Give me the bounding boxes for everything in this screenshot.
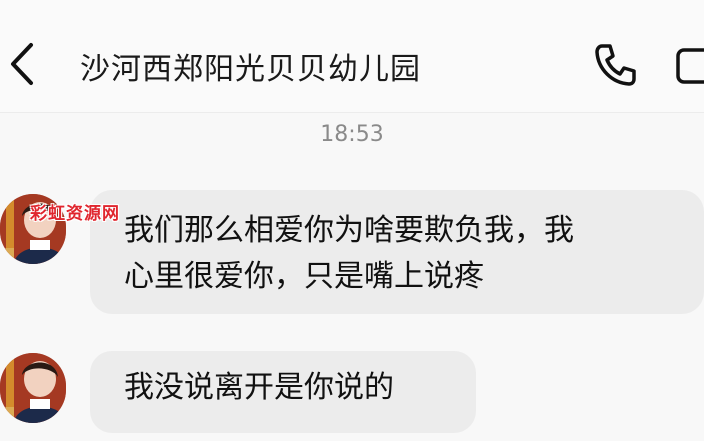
chat-title: 沙河西郑阳光贝贝幼儿园 — [80, 52, 421, 87]
message-bubble[interactable]: 我没说离开是你说的 — [90, 351, 476, 433]
watermark: 彩虹资源网 — [30, 204, 120, 224]
video-icon — [676, 48, 704, 84]
message-line: 我没说离开是你说的 — [124, 370, 394, 405]
video-call-button[interactable] — [674, 44, 704, 86]
phone-icon — [595, 44, 636, 86]
message-line: 心里很爱你，只是嘴上说疼 — [124, 259, 484, 294]
chevron-left-icon — [11, 43, 33, 85]
back-button[interactable] — [4, 38, 40, 90]
chat-area[interactable]: 18:53 我们那么相爱你为啥要欺负我，我 心里很爱你，只是嘴上说疼 我没说离开… — [0, 113, 704, 441]
message-bubble[interactable]: 我们那么相爱你为啥要欺负我，我 心里很爱你，只是嘴上说疼 — [90, 190, 704, 314]
message-line: 我们那么相爱你为啥要欺负我，我 — [124, 213, 574, 248]
call-button[interactable] — [592, 42, 638, 88]
avatar-image — [0, 353, 66, 423]
contact-avatar[interactable] — [0, 353, 66, 423]
message-timestamp: 18:53 — [320, 122, 384, 147]
chat-header: 沙河西郑阳光贝贝幼儿园 — [0, 0, 704, 113]
